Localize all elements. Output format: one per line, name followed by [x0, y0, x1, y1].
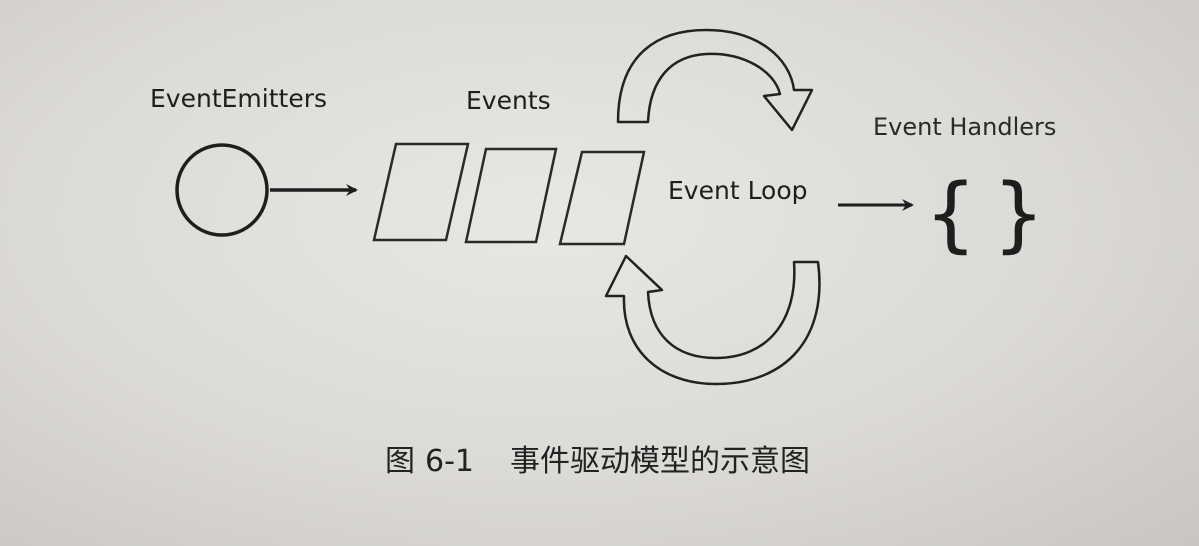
- event-loop-label: Event Loop: [668, 176, 808, 205]
- event-handlers-label: Event Handlers: [873, 113, 1057, 141]
- caption-text: 事件驱动模型的示意图: [510, 444, 810, 479]
- figure-caption: 图 6-1 事件驱动模型的示意图: [385, 436, 810, 480]
- event-box-3: [558, 150, 646, 246]
- caption-prefix: 图: [385, 444, 415, 479]
- caption-number: 6-1: [425, 444, 474, 479]
- handler-brace-open: {: [926, 167, 975, 262]
- emitter-circle: [175, 143, 269, 237]
- loop-arrow-top: [616, 28, 814, 132]
- event-box-1: [372, 142, 470, 242]
- event-emitters-label: EventEmitters: [150, 84, 328, 113]
- event-box-2: [464, 147, 558, 244]
- loop-arrow-bottom: [604, 254, 821, 386]
- events-label: Events: [466, 86, 551, 115]
- handler-brace-close: }: [994, 167, 1043, 262]
